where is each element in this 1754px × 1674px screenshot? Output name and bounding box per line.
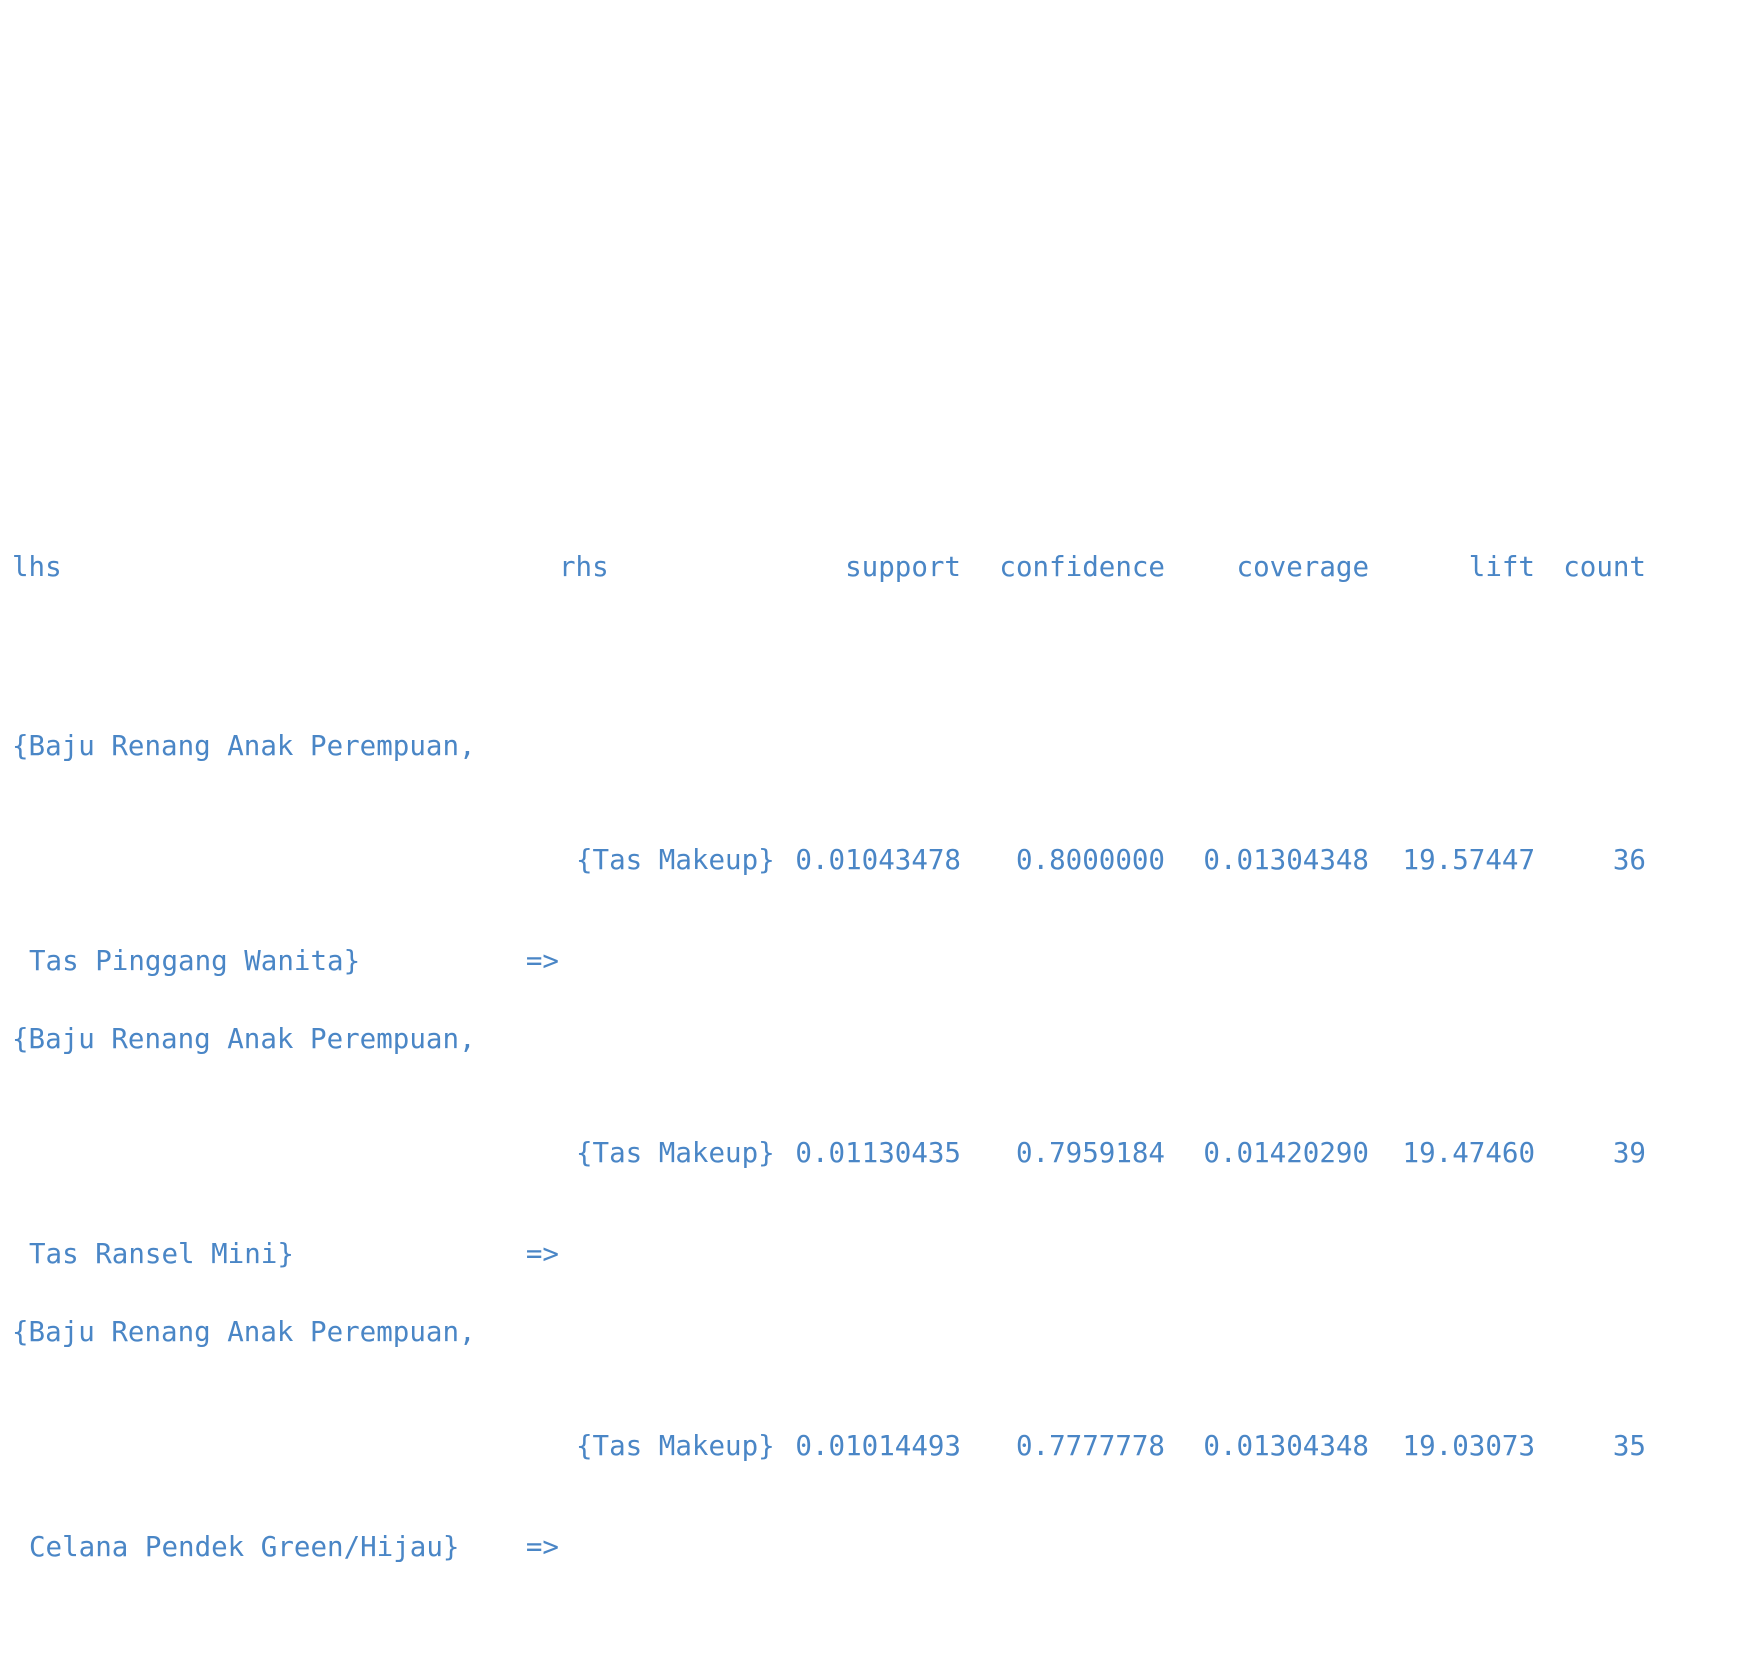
rule-coverage: 0.01420290 [1203,1137,1369,1169]
header-row: lhs rhs support confidence coverage lift… [12,542,1646,593]
rule-confidence: 0.7959184 [1015,1137,1165,1169]
rule-count: 36 [1612,844,1646,876]
rule-lift: 19.47460 [1402,1137,1535,1169]
rule-1-main-line: Tas Pinggang Wanita} => {Tas Makeup} 0.0… [12,835,1646,977]
rule-coverage: 0.01304348 [1203,844,1369,876]
rule-rhs: {Tas Makeup} [576,1430,775,1462]
header-lift: lift [1468,551,1535,583]
rule-lhs-end: Celana Pendek Green/Hijau} [29,1531,460,1563]
rule-confidence: 0.8000000 [1015,844,1165,876]
rules-output: lhs rhs support confidence coverage lift… [12,446,1646,1563]
header-rhs: rhs [559,551,609,583]
rule-2-main-line: Tas Ransel Mini} => {Tas Makeup} 0.01130… [12,1128,1646,1270]
header-lhs: lhs [12,551,62,583]
rule-lift: 19.03073 [1402,1430,1535,1462]
rule-confidence: 0.7777778 [1015,1430,1165,1462]
rule-3-lhs-line1: {Baju Renang Anak Perempuan, [12,1307,1646,1358]
header-confidence: confidence [999,551,1165,583]
rule-lhs-start: {Baju Renang Anak Perempuan, [12,729,476,762]
rule-arrow: => [525,1531,559,1563]
rule-support: 0.01014493 [795,1430,961,1462]
rule-count: 39 [1612,1137,1646,1169]
rule-1-lhs-line1: {Baju Renang Anak Perempuan, [12,721,1646,772]
rule-rhs: {Tas Makeup} [576,1137,775,1169]
rule-2-lhs-line1: {Baju Renang Anak Perempuan, [12,1014,1646,1065]
rule-coverage: 0.01304348 [1203,1430,1369,1462]
rule-support: 0.01130435 [795,1137,961,1169]
rule-count: 35 [1612,1430,1646,1462]
header-count: count [1563,551,1646,583]
rule-lhs-start: {Baju Renang Anak Perempuan, [12,1315,476,1348]
rule-support: 0.01043478 [795,844,961,876]
rule-lhs-end: Tas Ransel Mini} [29,1238,294,1270]
header-coverage: coverage [1236,551,1369,583]
rule-arrow: => [525,1238,559,1270]
rule-3-main-line: Celana Pendek Green/Hijau} => {Tas Makeu… [12,1421,1646,1563]
rule-arrow: => [525,945,559,977]
rule-lift: 19.57447 [1402,844,1535,876]
rule-rhs: {Tas Makeup} [576,844,775,876]
header-support: support [845,551,961,583]
rule-lhs-end: Tas Pinggang Wanita} [29,945,361,977]
rule-lhs-start: {Baju Renang Anak Perempuan, [12,1022,476,1055]
